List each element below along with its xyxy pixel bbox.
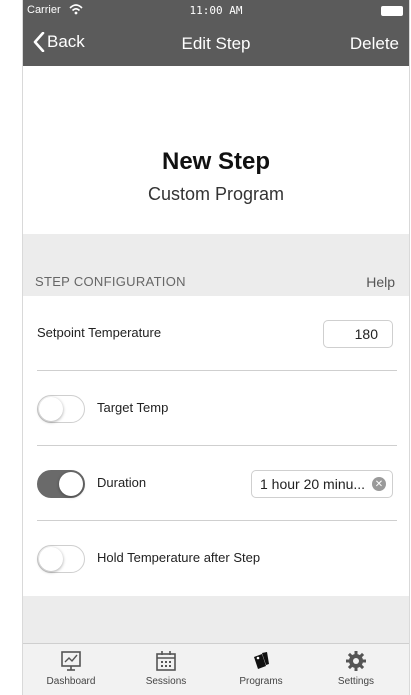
duration-value: 1 hour 20 minu... (260, 476, 366, 492)
status-bar: Carrier 11:00 AM (23, 0, 409, 22)
tab-settings[interactable]: Settings (316, 648, 396, 687)
hold-temp-toggle[interactable] (37, 545, 85, 573)
footer-spacer (23, 596, 409, 643)
section-title: STEP CONFIGURATION (35, 274, 186, 289)
help-button[interactable]: Help (366, 274, 395, 290)
tab-label: Settings (337, 676, 375, 687)
tab-label: Sessions (145, 676, 187, 687)
tab-sessions[interactable]: Sessions (126, 648, 206, 687)
setpoint-input[interactable]: 180 (323, 320, 393, 348)
step-header: New Step Custom Program (23, 66, 409, 234)
duration-row: Duration 1 hour 20 minu... ✕ (23, 446, 409, 521)
battery-icon (381, 6, 403, 16)
gear-icon (316, 648, 396, 674)
target-temp-label: Target Temp (97, 400, 169, 415)
app-screen: Carrier 11:00 AM Back Edit Step Delete N… (22, 0, 410, 695)
hold-temp-row: Hold Temperature after Step (23, 521, 409, 596)
step-name: New Step (161, 148, 271, 175)
setpoint-label: Setpoint Temperature (37, 325, 162, 340)
setpoint-value: 180 (354, 326, 378, 342)
status-time: 11:00 AM (189, 4, 243, 17)
duration-label: Duration (97, 475, 147, 490)
clear-icon[interactable]: ✕ (372, 477, 386, 491)
navigation-bar: Back Edit Step Delete (23, 22, 409, 66)
tags-icon (221, 648, 301, 674)
monitor-chart-icon (31, 648, 111, 674)
section-header: STEP CONFIGURATION Help (23, 234, 409, 296)
target-temp-toggle[interactable] (37, 395, 85, 423)
tab-label: Programs (239, 676, 283, 687)
delete-button[interactable]: Delete (350, 34, 399, 54)
toggle-knob (39, 547, 63, 571)
duration-input[interactable]: 1 hour 20 minu... ✕ (251, 470, 393, 498)
target-temp-row: Target Temp (23, 371, 409, 446)
toggle-knob (39, 397, 63, 421)
tab-label: Dashboard (46, 676, 96, 687)
setpoint-row: Setpoint Temperature 180 (23, 296, 409, 371)
tab-bar: Dashboard Sessions Programs Settings (23, 643, 409, 695)
tab-programs[interactable]: Programs (221, 648, 301, 687)
tab-dashboard[interactable]: Dashboard (31, 648, 111, 687)
calendar-icon (126, 648, 206, 674)
duration-toggle[interactable] (37, 470, 85, 498)
hold-temp-label: Hold Temperature after Step (97, 550, 261, 565)
toggle-knob (59, 472, 83, 496)
program-name: Custom Program (147, 184, 285, 204)
